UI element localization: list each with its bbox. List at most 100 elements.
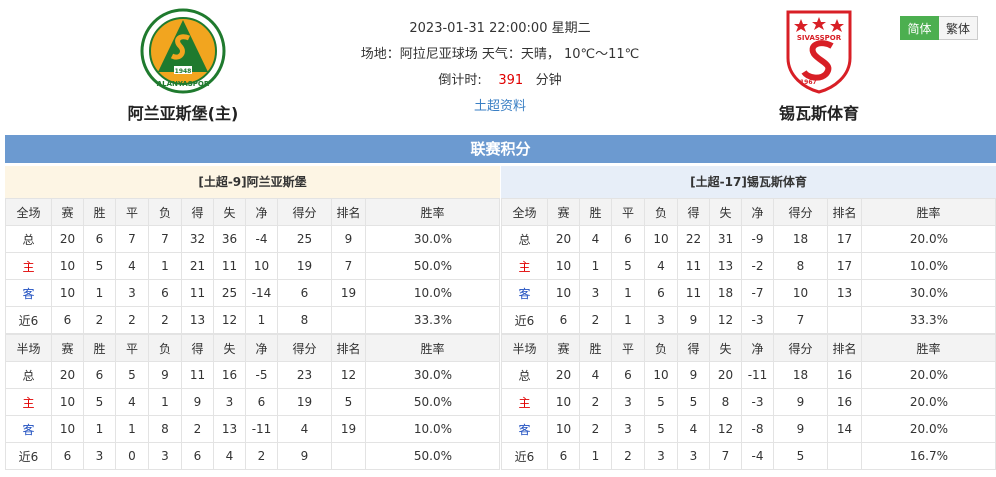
cell-goal-diff: -3 (741, 388, 774, 416)
match-info: 2023-01-31 22:00:00 星期二 场地：阿拉尼亚球场 天气：天晴，… (330, 16, 670, 120)
cell-goals-against: 11 (213, 252, 246, 280)
cell-drawn: 2 (611, 442, 645, 470)
cell-points: 4 (277, 415, 332, 443)
header-goals-for: 得 (677, 198, 710, 226)
svg-text:ALANYASPOR: ALANYASPOR (157, 80, 210, 88)
cell-lost: 10 (644, 225, 678, 253)
cell-rank: 19 (331, 415, 366, 443)
away-team-name[interactable]: 锡瓦斯体育 (749, 100, 889, 124)
home-standings-title[interactable]: [土超-9]阿兰亚斯堡 (5, 166, 500, 198)
language-switch: 简体 繁体 (900, 16, 978, 40)
cell-goal-diff: 10 (245, 252, 278, 280)
cell-points: 9 (773, 415, 828, 443)
cell-rank (331, 442, 366, 470)
cell-goals-for: 9 (677, 306, 710, 334)
header-drawn: 平 (611, 198, 645, 226)
cell-drawn: 2 (115, 306, 149, 334)
cell-lost: 5 (644, 388, 678, 416)
cell-points: 19 (277, 388, 332, 416)
cell-goal-diff: -5 (245, 361, 278, 389)
cell-played: 10 (547, 388, 580, 416)
cell-drawn: 4 (115, 388, 149, 416)
cell-drawn: 6 (611, 361, 645, 389)
table-row: 总 20 4 6 10 22 31 -9 18 17 20.0% (501, 225, 996, 253)
league-info-link[interactable]: 土超资料 (474, 99, 526, 114)
table-row: 近6 6 3 0 3 6 4 2 9 50.0% (5, 442, 500, 470)
cell-win-rate: 30.0% (861, 279, 996, 307)
cell-won: 4 (579, 361, 612, 389)
cell-win-rate: 20.0% (861, 415, 996, 443)
table-header-row: 全场赛胜平负得失净得分 排名 胜率 (501, 198, 996, 226)
cell-goals-against: 12 (709, 306, 742, 334)
header-points: 得分 (277, 334, 332, 362)
match-venue-weather: 场地：阿拉尼亚球场 天气：天晴， 10℃～11℃ (360, 47, 640, 62)
table-row: 主 10 1 5 4 11 13 -2 8 17 10.0% (501, 252, 996, 280)
cell-drawn: 7 (115, 225, 149, 253)
cell-win-rate: 20.0% (861, 361, 996, 389)
away-standings: [土超-17]锡瓦斯体育 全场赛胜平负得失净得分 排名 胜率总 20 4 6 10 22 31-… (501, 166, 996, 470)
match-countdown: 倒计时: 391 分钟 (330, 68, 670, 94)
traditional-chinese-button[interactable]: 繁体 (939, 16, 978, 40)
header-won: 胜 (83, 334, 116, 362)
cell-goal-diff: -7 (741, 279, 774, 307)
cell-rank: 14 (827, 415, 862, 443)
header-goals-against: 失 (213, 334, 246, 362)
cell-goals-against: 4 (213, 442, 246, 470)
cell-goals-for: 11 (181, 361, 214, 389)
cell-goals-for: 3 (677, 442, 710, 470)
header-rank: 排名 (331, 334, 366, 362)
cell-goal-diff: 6 (245, 388, 278, 416)
table-header-row: 全场赛胜平负得失净得分 排名 胜率 (5, 198, 500, 226)
cell-rank: 19 (331, 279, 366, 307)
cell-won: 6 (83, 361, 116, 389)
cell-played: 10 (51, 415, 84, 443)
home-team-name[interactable]: 阿兰亚斯堡(主) (113, 100, 253, 124)
cell-lost: 3 (644, 442, 678, 470)
cell-goal-diff: -3 (741, 306, 774, 334)
header-goals-for: 得 (181, 334, 214, 362)
header-goals-against: 失 (709, 198, 742, 226)
header-label: 半场 (5, 334, 52, 362)
cell-points: 7 (773, 306, 828, 334)
cell-label: 总 (5, 225, 52, 253)
simplified-chinese-button[interactable]: 简体 (900, 16, 939, 40)
cell-goals-for: 32 (181, 225, 214, 253)
header-played: 赛 (547, 334, 580, 362)
away-standings-title[interactable]: [土超-17]锡瓦斯体育 (501, 166, 996, 198)
table-row: 总 20 6 7 7 32 36 -4 25 9 30.0% (5, 225, 500, 253)
cell-won: 4 (579, 225, 612, 253)
away-team-logo[interactable]: SIVASSPOR 1967 (776, 8, 862, 94)
header-win-rate: 胜率 (365, 334, 500, 362)
header-played: 赛 (547, 198, 580, 226)
cell-goal-diff: -11 (245, 415, 278, 443)
cell-drawn: 6 (611, 225, 645, 253)
header-label: 全场 (5, 198, 52, 226)
cell-lost: 8 (148, 415, 182, 443)
header-won: 胜 (579, 198, 612, 226)
cell-goals-against: 18 (709, 279, 742, 307)
cell-drawn: 3 (115, 279, 149, 307)
cell-played: 6 (51, 442, 84, 470)
svg-text:1967: 1967 (800, 79, 817, 86)
table-row: 客 10 2 3 5 4 12 -8 9 14 20.0% (501, 415, 996, 443)
cell-played: 10 (51, 252, 84, 280)
cell-goal-diff: -8 (741, 415, 774, 443)
cell-label: 近6 (501, 306, 548, 334)
table-row: 主 10 5 4 1 21 11 10 19 7 50.0% (5, 252, 500, 280)
cell-points: 6 (277, 279, 332, 307)
cell-points: 5 (773, 442, 828, 470)
countdown-value: 391 (498, 73, 524, 88)
table-row: 近6 6 2 1 3 9 12 -3 7 33.3% (501, 306, 996, 334)
header-drawn: 平 (115, 334, 149, 362)
cell-points: 18 (773, 361, 828, 389)
cell-win-rate: 10.0% (861, 252, 996, 280)
home-team-logo[interactable]: 1948 ALANYASPOR (140, 8, 226, 94)
cell-win-rate: 16.7% (861, 442, 996, 470)
cell-goals-for: 9 (677, 361, 710, 389)
cell-won: 5 (83, 252, 116, 280)
cell-rank (331, 306, 366, 334)
header-rank: 排名 (827, 334, 862, 362)
cell-won: 3 (83, 442, 116, 470)
header-won: 胜 (579, 334, 612, 362)
header-goals-against: 失 (213, 198, 246, 226)
